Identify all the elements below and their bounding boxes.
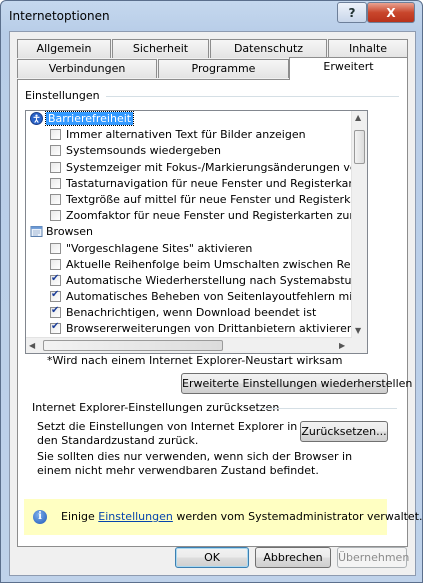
tree-checkbox-item[interactable]: Textgröße auf mittel für neue Fenster un… — [26, 192, 352, 208]
group-divider — [106, 96, 399, 97]
tab-label: Datenschutz — [233, 42, 304, 55]
item-label: Browsen — [46, 225, 94, 239]
tree-category[interactable]: Browsen — [26, 224, 352, 240]
checkbox[interactable] — [50, 210, 61, 222]
info-icon: i — [33, 510, 47, 524]
tree-checkbox-item[interactable]: Tastaturnavigation für neue Fenster und … — [26, 176, 352, 192]
scroll-left-icon[interactable]: ◀ — [29, 341, 35, 350]
item-label: Barrierefreiheit — [44, 111, 135, 126]
checkbox[interactable] — [50, 129, 61, 141]
settings-tree-content: Barrierefreiheit Immer alternativen Text … — [26, 111, 352, 338]
item-label: Automatische Wiederherstellung nach Syst… — [66, 273, 352, 287]
tree-checkbox-item[interactable]: "Vorgeschlagene Sites" aktivieren — [26, 241, 352, 257]
item-label: Systemzeiger mit Fokus-/Markierungsänder… — [66, 160, 352, 174]
tree-checkbox-item[interactable]: Benachrichtigen, wenn Download beendet i… — [26, 305, 352, 321]
checkbox[interactable] — [50, 258, 61, 270]
tree-checkbox-item[interactable]: Automatische Wiederherstellung nach Syst… — [26, 273, 352, 289]
reset-description: Setzt die Einstellungen von Internet Exp… — [37, 420, 298, 447]
tree-category[interactable]: Barrierefreiheit — [26, 111, 352, 127]
checkbox[interactable] — [50, 242, 61, 254]
help-icon: ? — [348, 5, 356, 20]
tab-allgemein[interactable]: Allgemein — [17, 39, 111, 58]
window-title: Internetoptionen — [9, 9, 110, 23]
tree-checkbox-item[interactable]: Systemsounds wiedergeben — [26, 143, 352, 159]
dialog-window: Internetoptionen ? X Allgemein Sicherhei… — [0, 0, 423, 583]
scroll-right-icon[interactable]: ▶ — [339, 341, 345, 350]
tab-label: Allgemein — [36, 42, 92, 55]
settings-link[interactable]: Einstellungen — [98, 510, 173, 523]
tab-programme[interactable]: Programme — [158, 59, 289, 78]
info-suffix: werden vom Systemadministrator verwaltet… — [172, 510, 423, 523]
tab-verbindungen[interactable]: Verbindungen — [17, 59, 157, 78]
page-icon — [30, 225, 43, 238]
settings-tree[interactable]: Barrierefreiheit Immer alternativen Text … — [25, 110, 368, 354]
tab-sicherheit[interactable]: Sicherheit — [112, 39, 209, 58]
vertical-scrollbar[interactable]: ▲ ▼ — [351, 111, 367, 338]
item-label: Automatisches Beheben von Seitenlayoutfe… — [66, 290, 352, 304]
tree-checkbox-item[interactable]: Automatisches Beheben von Seitenlayoutfe… — [26, 289, 352, 305]
tab-label: Programme — [191, 62, 256, 75]
tab-label: Verbindungen — [48, 62, 126, 75]
item-label: "Vorgeschlagene Sites" aktivieren — [66, 241, 253, 255]
settings-group-label: Einstellungen — [25, 89, 100, 102]
reset-group-label: Internet Explorer-Einstellungen zurückse… — [32, 401, 280, 414]
tab-datenschutz[interactable]: Datenschutz — [210, 39, 327, 58]
tab-label: Sicherheit — [132, 42, 189, 55]
scroll-up-icon[interactable]: ▲ — [355, 113, 361, 122]
info-prefix: Einige — [61, 510, 99, 523]
tree-checkbox-item[interactable]: Immer alternativen Text für Bilder anzei… — [26, 127, 352, 143]
item-label: Immer alternativen Text für Bilder anzei… — [66, 128, 306, 142]
item-label: Textgröße auf mittel für neue Fenster un… — [66, 192, 352, 206]
hscroll-thumb[interactable] — [43, 340, 223, 351]
accessibility-icon — [30, 112, 43, 125]
checkbox[interactable] — [50, 177, 61, 189]
item-label: Systemsounds wiedergeben — [66, 144, 222, 158]
tree-checkbox-item[interactable]: Browsererweiterungen von Drittanbietern … — [26, 321, 352, 337]
tab-inhalte[interactable]: Inhalte — [328, 39, 408, 58]
tree-checkbox-item[interactable]: Aktuelle Reihenfolge beim Umschalten zwi… — [26, 257, 352, 273]
horizontal-scrollbar[interactable]: ◀ ▶ — [26, 337, 352, 353]
group-divider — [262, 408, 397, 409]
checkbox[interactable] — [50, 305, 61, 319]
tab-label: Inhalte — [348, 42, 388, 55]
admin-info-bar: i Einige Einstellungen werden vom System… — [24, 499, 423, 535]
info-text: Einige Einstellungen werden vom Systemad… — [61, 510, 423, 524]
tab-label: Erweitert — [323, 60, 374, 73]
item-label: Benachrichtigen, wenn Download beendet i… — [66, 306, 317, 320]
reset-button[interactable]: Zurücksetzen... — [300, 421, 388, 442]
dialog-client: Allgemein Sicherheit Datenschutz Inhalte… — [9, 31, 423, 576]
item-label: Browsererweiterungen von Drittanbietern … — [66, 322, 352, 336]
title-bar[interactable]: Internetoptionen ? X — [1, 1, 422, 31]
cancel-button[interactable]: Abbrechen — [255, 547, 331, 568]
reset-warning: Sie sollten dies nur verwenden, wenn sic… — [37, 450, 353, 477]
restore-advanced-button[interactable]: Erweiterte Einstellungen wiederherstelle… — [181, 373, 412, 394]
checkbox[interactable] — [50, 145, 61, 157]
checkbox[interactable] — [50, 321, 61, 335]
checkbox[interactable] — [50, 273, 61, 286]
item-label: Tastaturnavigation für neue Fenster und … — [66, 176, 352, 190]
scroll-down-icon[interactable]: ▼ — [355, 326, 361, 335]
checkbox[interactable] — [50, 161, 61, 173]
scroll-corner — [352, 338, 367, 353]
tab-erweitert[interactable]: Erweitert — [289, 57, 408, 80]
item-label: Zoomfaktor für neue Fenster und Register… — [66, 209, 352, 223]
close-button[interactable]: X — [367, 2, 415, 23]
ok-button[interactable]: OK — [175, 547, 249, 568]
apply-button[interactable]: Übernehmen — [337, 547, 409, 568]
help-button[interactable]: ? — [337, 2, 367, 23]
restart-note: *Wird nach einem Internet Explorer-Neust… — [47, 354, 343, 367]
close-icon: X — [386, 5, 396, 20]
item-label: Aktuelle Reihenfolge beim Umschalten zwi… — [66, 257, 352, 271]
checkbox[interactable] — [50, 289, 61, 303]
checkbox[interactable] — [50, 193, 61, 205]
scroll-thumb[interactable] — [354, 130, 365, 164]
tree-checkbox-item[interactable]: Zoomfaktor für neue Fenster und Register… — [26, 208, 352, 224]
tree-checkbox-item[interactable]: Systemzeiger mit Fokus-/Markierungsänder… — [26, 160, 352, 176]
